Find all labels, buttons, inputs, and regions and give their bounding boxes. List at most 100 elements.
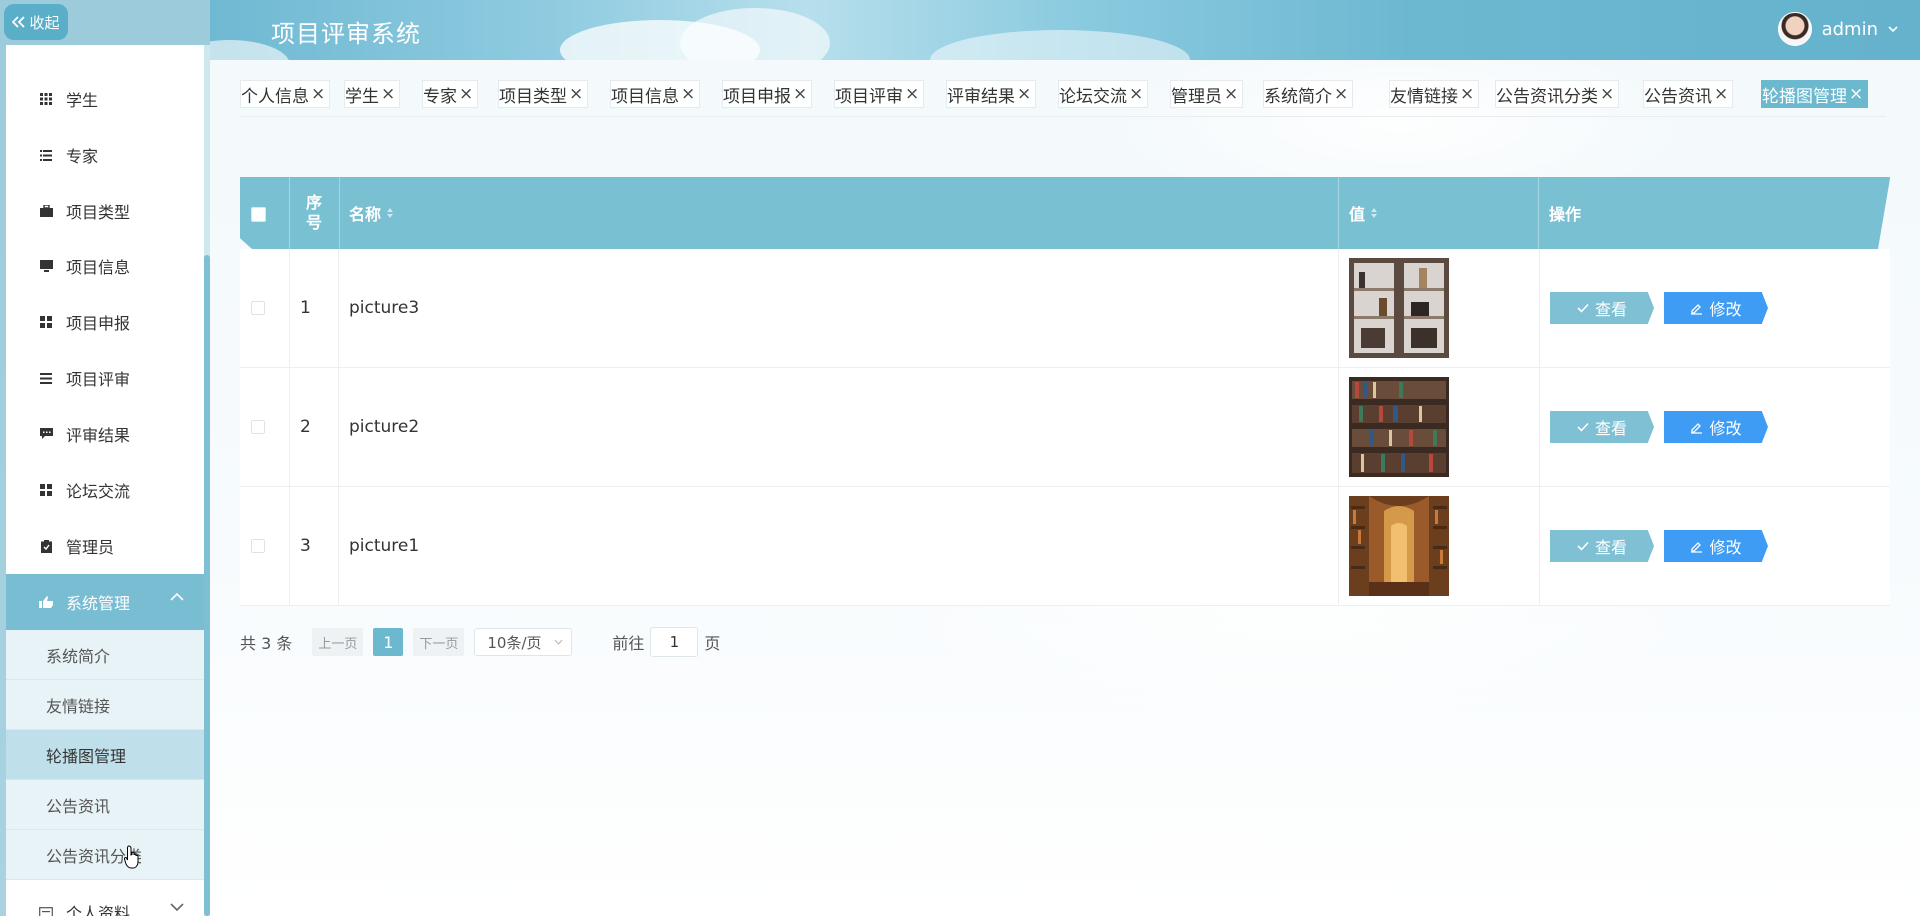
view-button[interactable]: 查看 [1550, 411, 1654, 443]
sidebar-item-profile[interactable]: 个人资料 [6, 884, 204, 916]
row-name: picture1 [339, 487, 1339, 605]
row-index: 3 [289, 487, 339, 605]
tab-announcements[interactable]: 公告资讯 × [1643, 80, 1734, 108]
page-size-select[interactable]: 10条/页 [474, 628, 573, 656]
sidebar-scrollbar[interactable] [204, 45, 210, 916]
close-icon[interactable]: × [459, 84, 473, 104]
tab-label: 项目评审 [835, 86, 903, 107]
hand-cursor-icon [124, 845, 139, 869]
close-icon[interactable]: × [381, 84, 395, 104]
submenu-item-friend-links[interactable]: 友情链接 [6, 680, 204, 730]
close-icon[interactable]: × [1224, 84, 1238, 104]
tab-personal-info[interactable]: 个人信息 × [240, 80, 331, 108]
tab-project-review[interactable]: 项目评审 × [834, 80, 925, 108]
column-header-name[interactable]: 名称 [339, 177, 1339, 249]
tab-system-intro[interactable]: 系统简介 × [1263, 80, 1354, 108]
edit-button[interactable]: 修改 [1664, 292, 1768, 324]
select-all-checkbox[interactable] [251, 207, 266, 222]
edit-button-label: 修改 [1709, 538, 1742, 557]
tab-project-info[interactable]: 项目信息 × [610, 80, 701, 108]
submenu-item-announcement-categories[interactable]: 公告资讯分类 [6, 830, 204, 880]
hand-icon [39, 595, 53, 609]
sidebar-item-project-info[interactable]: 项目信息 [6, 238, 204, 294]
avatar [1777, 12, 1812, 46]
row-checkbox[interactable] [251, 539, 265, 553]
submenu-item-label: 轮播图管理 [46, 746, 127, 766]
bookshelf-image[interactable] [1349, 258, 1449, 358]
goto-label: 前往 [612, 634, 645, 653]
edit-button[interactable]: 修改 [1664, 530, 1768, 562]
sidebar-menu: 学生 专家 项目类型 项目信息 项目申报 项目评审 评审结果 论坛交流 管理员 … [6, 45, 204, 916]
submenu-item-announcements[interactable]: 公告资讯 [6, 780, 204, 830]
grid-icon [39, 483, 53, 497]
sidebar-item-project-review[interactable]: 项目评审 [6, 350, 204, 406]
close-icon[interactable]: × [1334, 84, 1348, 104]
close-icon[interactable]: × [1460, 84, 1474, 104]
user-menu[interactable]: admin [1777, 12, 1898, 46]
collapse-button[interactable]: 收起 [4, 4, 68, 40]
sidebar-item-forum[interactable]: 论坛交流 [6, 462, 204, 518]
close-icon[interactable]: × [1017, 84, 1031, 104]
page-number-button[interactable]: 1 [373, 628, 404, 656]
submenu-item-system-intro[interactable]: 系统简介 [6, 630, 204, 680]
close-icon[interactable]: × [311, 84, 325, 104]
row-checkbox[interactable] [251, 420, 265, 434]
grid-icon [39, 315, 53, 329]
close-icon[interactable]: × [1849, 84, 1863, 104]
row-checkbox[interactable] [251, 301, 265, 315]
edit-button[interactable]: 修改 [1664, 411, 1768, 443]
close-icon[interactable]: × [569, 84, 583, 104]
row-select-cell [240, 368, 290, 486]
sidebar-item-label: 项目评审 [66, 370, 131, 389]
sidebar-item-project-apply[interactable]: 项目申报 [6, 294, 204, 350]
view-button[interactable]: 查看 [1550, 530, 1654, 562]
sort-icon[interactable] [386, 207, 394, 219]
tab-announcement-categories[interactable]: 公告资讯分类 × [1495, 80, 1620, 108]
close-icon[interactable]: × [681, 84, 695, 104]
sidebar-item-project-type[interactable]: 项目类型 [6, 183, 204, 239]
table-row: 2 picture2 查看 修改 [240, 368, 1890, 487]
bookshelf-image[interactable] [1349, 377, 1449, 477]
row-value-image-cell [1339, 249, 1540, 367]
tab-student[interactable]: 学生 × [344, 80, 401, 108]
tab-review-result[interactable]: 评审结果 × [946, 80, 1037, 108]
sidebar-item-admin[interactable]: 管理员 [6, 518, 204, 574]
tab-project-apply[interactable]: 项目申报 × [722, 80, 813, 108]
tab-project-type[interactable]: 项目类型 × [498, 80, 589, 108]
sidebar: 收起 学生 专家 项目类型 项目信息 项目申报 项目评审 评审结果 论坛交流 管… [0, 0, 210, 916]
tab-friend-links[interactable]: 友情链接 × [1389, 80, 1480, 108]
sidebar-item-label: 学生 [66, 91, 99, 110]
prev-page-button[interactable]: 上一页 [312, 628, 364, 656]
library-hall-image[interactable] [1349, 496, 1449, 596]
sidebar-item-system-management[interactable]: 系统管理 [6, 574, 204, 630]
tab-expert[interactable]: 专家 × [422, 80, 479, 108]
close-icon[interactable]: × [1600, 84, 1614, 104]
close-icon[interactable]: × [905, 84, 919, 104]
close-icon[interactable]: × [793, 84, 807, 104]
tab-forum[interactable]: 论坛交流 × [1058, 80, 1149, 108]
sidebar-item-expert[interactable]: 专家 [6, 127, 204, 183]
next-page-button[interactable]: 下一页 [413, 628, 465, 656]
column-header-label: 名称 [349, 205, 382, 224]
pagination: 共 3 条 上一页 1 下一页 10条/页 前往 1 页 [240, 627, 720, 657]
tab-carousel-management[interactable]: 轮播图管理 × [1761, 80, 1869, 108]
list-icon [39, 148, 53, 162]
close-icon[interactable]: × [1714, 84, 1728, 104]
row-index: 1 [289, 249, 339, 367]
sort-icon[interactable] [1370, 207, 1378, 219]
column-header-value[interactable]: 值 [1339, 177, 1539, 249]
sidebar-scroll-thumb[interactable] [204, 255, 210, 916]
view-button[interactable]: 查看 [1550, 292, 1654, 324]
tab-admin[interactable]: 管理员 × [1170, 80, 1244, 108]
tab-bar: 个人信息 × 学生 × 专家 × 项目类型 × 项目信息 × 项目申报 × 项目评审 × 评审… [240, 78, 1886, 117]
sidebar-item-review-result[interactable]: 评审结果 [6, 406, 204, 462]
sidebar-item-student[interactable]: 学生 [6, 71, 204, 127]
check-icon [1577, 303, 1589, 313]
goto-page-input[interactable]: 1 [650, 627, 699, 657]
tab-label: 管理员 [1171, 86, 1222, 107]
row-name: picture3 [339, 249, 1339, 367]
check-icon [1577, 422, 1589, 432]
submenu-item-carousel-management[interactable]: 轮播图管理 [6, 730, 204, 780]
view-button-label: 查看 [1594, 419, 1627, 438]
close-icon[interactable]: × [1129, 84, 1143, 104]
